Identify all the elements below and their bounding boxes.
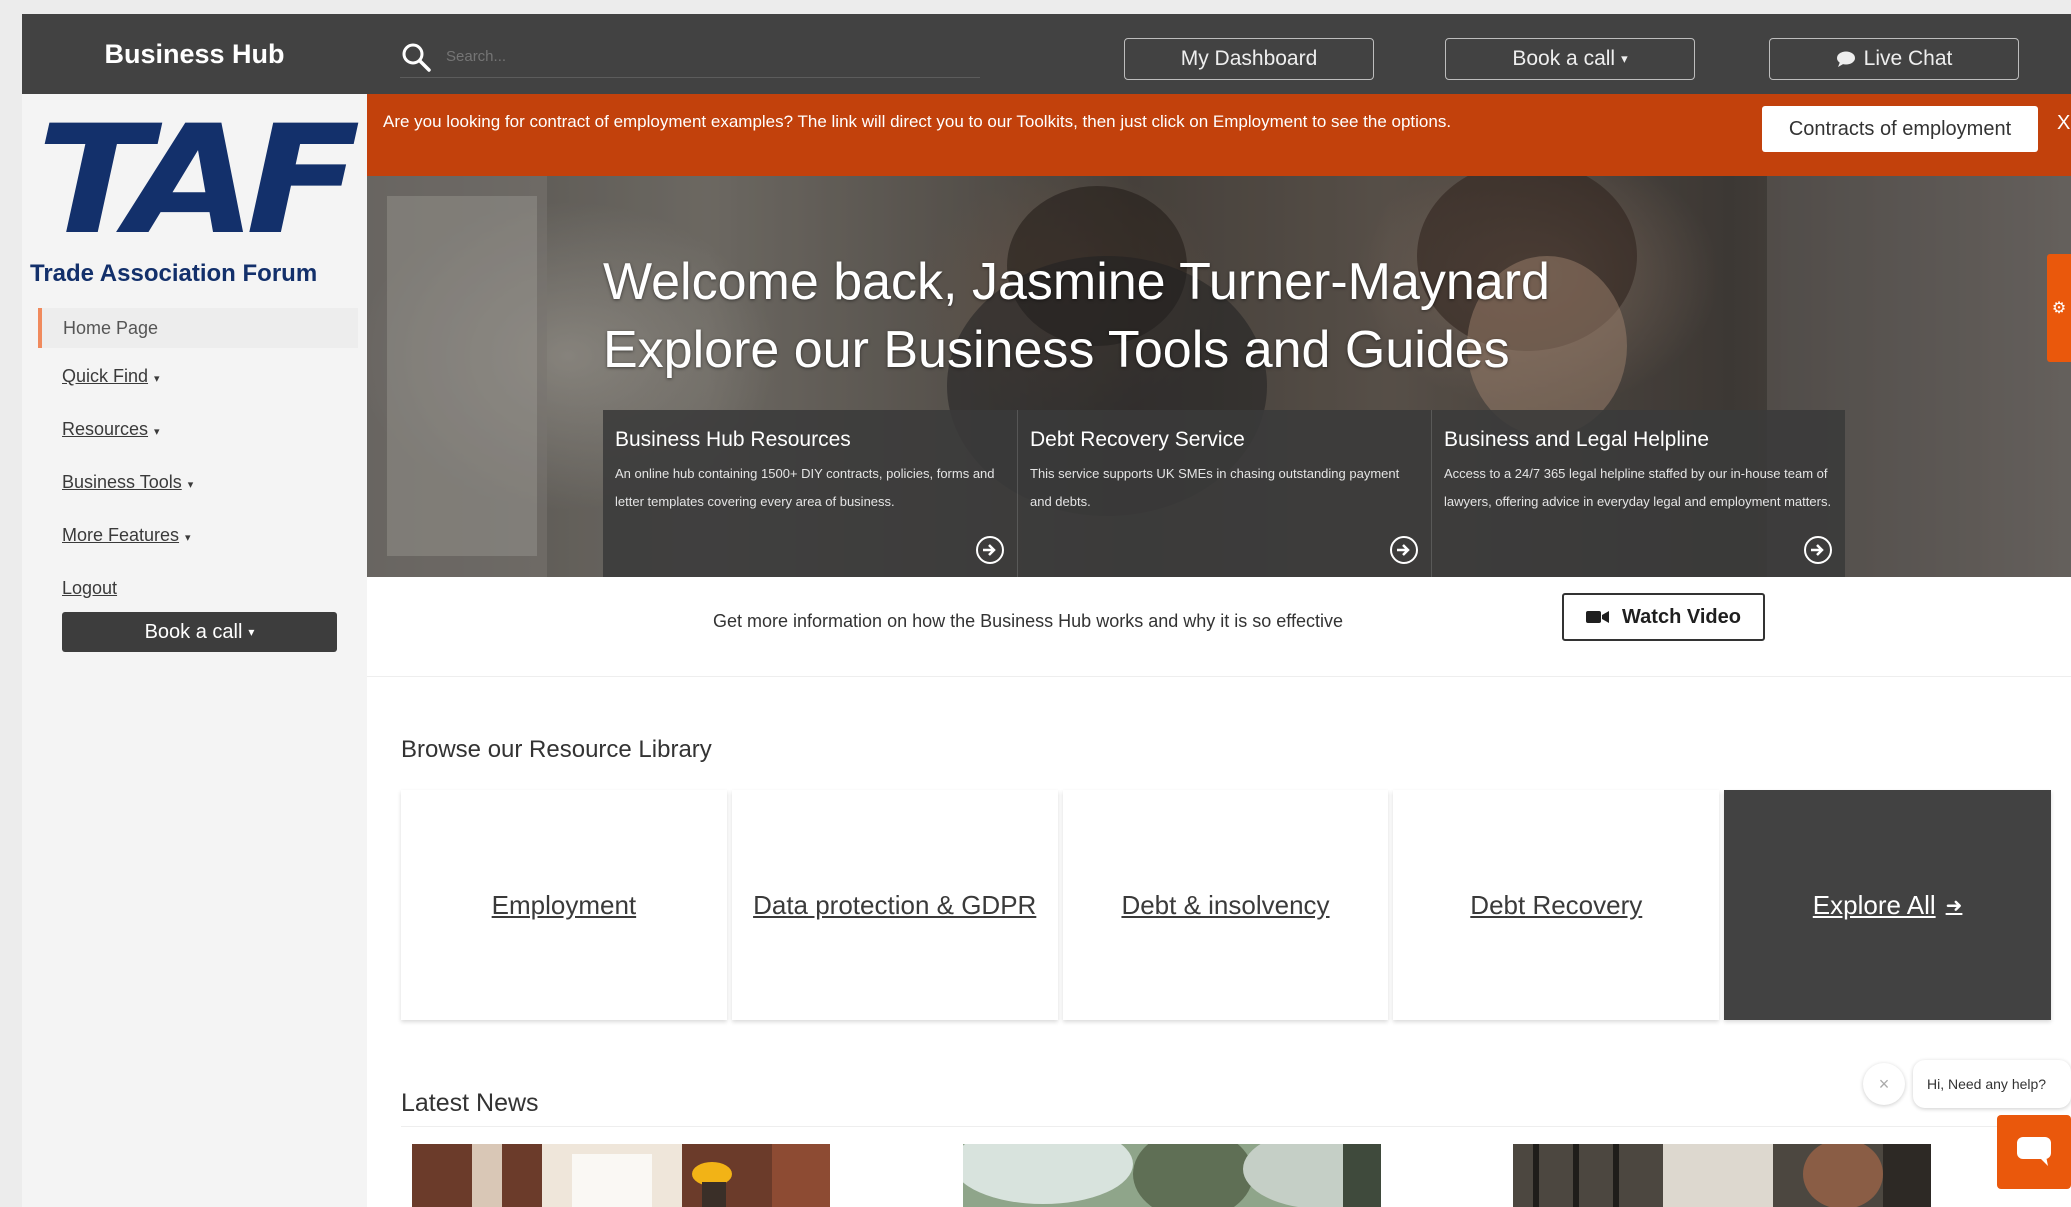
card-description: Access to a 24/7 365 legal helpline staf… xyxy=(1444,466,1832,509)
explore-all-label: Explore All xyxy=(1812,889,1936,920)
sidebar-item-label: Quick Find xyxy=(62,366,149,386)
settings-side-tab[interactable]: ⚙ xyxy=(2047,254,2071,362)
tile-employment[interactable]: Employment xyxy=(401,790,727,1020)
chat-greeting-bubble[interactable]: Hi, Need any help? xyxy=(1913,1060,2071,1108)
watch-video-button[interactable]: Watch Video xyxy=(1562,593,1765,641)
contracts-of-employment-button[interactable]: Contracts of employment xyxy=(1762,106,2038,152)
arrow-right-circle-icon[interactable] xyxy=(975,535,1005,565)
latest-news-title: Latest News xyxy=(401,1089,539,1117)
arrow-right-icon: ➜ xyxy=(1945,894,1963,917)
search-icon[interactable] xyxy=(400,41,432,73)
notice-close-button[interactable]: X xyxy=(2057,112,2070,135)
hero-banner: Welcome back, Jasmine Turner-Maynard Exp… xyxy=(367,176,2071,577)
caret-down-icon: ▾ xyxy=(1621,51,1628,66)
gear-icon: ⚙ xyxy=(2051,300,2067,317)
contracts-of-employment-label: Contracts of employment xyxy=(1788,117,2012,140)
video-camera-icon xyxy=(1586,611,1610,623)
tile-data-protection-gdpr[interactable]: Data protection & GDPR xyxy=(731,790,1058,1020)
chat-bubble-icon xyxy=(1836,51,1855,67)
sidebar-item-quick-find[interactable]: Quick Find ▾ xyxy=(38,356,358,409)
card-title: Business and Legal Helpline xyxy=(1444,428,1710,451)
arrow-right-circle-icon[interactable] xyxy=(1803,535,1833,565)
watch-video-label: Watch Video xyxy=(1622,605,1741,628)
logo-mark: TAF xyxy=(36,94,361,268)
card-title: Debt Recovery Service xyxy=(1030,428,1245,451)
news-image-outdoor xyxy=(963,1144,1381,1207)
card-business-hub-resources[interactable]: Business Hub Resources An online hub con… xyxy=(603,410,1017,577)
news-thumbnail[interactable] xyxy=(412,1144,830,1207)
brand-title[interactable]: Business Hub xyxy=(22,14,367,94)
caret-down-icon: ▾ xyxy=(248,625,255,639)
sidebar-item-label: Home Page xyxy=(63,318,159,338)
sidebar-item-label: More Features xyxy=(62,525,180,545)
sidebar-item-label: Logout xyxy=(62,578,118,598)
search-bar[interactable] xyxy=(400,36,980,78)
resource-library-title: Browse our Resource Library xyxy=(401,736,712,763)
sidebar-item-more-features[interactable]: More Features ▾ xyxy=(38,515,358,568)
sidebar-item-home[interactable]: Home Page xyxy=(38,308,358,348)
tile-debt-recovery[interactable]: Debt Recovery xyxy=(1393,790,1720,1020)
video-info-text: Get more information on how the Business… xyxy=(713,611,1343,631)
chat-icon xyxy=(2017,1137,2051,1166)
book-call-dropdown-button[interactable]: Book a call ▾ xyxy=(1445,38,1695,80)
hero-subtitle-text: Explore our Business Tools and Guides xyxy=(603,321,1510,379)
caret-down-icon: ▾ xyxy=(185,532,191,544)
card-business-legal-helpline[interactable]: Business and Legal Helpline Access to a … xyxy=(1431,410,1845,577)
tile-explore-all[interactable]: Explore All ➜ xyxy=(1724,790,2051,1020)
top-bar: Business Hub My Dashboard Book a call ▾ … xyxy=(22,14,2071,94)
live-chat-label: Live Chat xyxy=(1863,47,1953,70)
chat-launcher-button[interactable] xyxy=(1997,1115,2071,1189)
news-image-office xyxy=(1513,1144,1931,1207)
news-divider xyxy=(401,1126,2051,1127)
caret-down-icon: ▾ xyxy=(154,373,160,385)
sidebar-nav: Home Page Quick Find ▾ Resources ▾ Busines… xyxy=(38,308,358,621)
card-description: An online hub containing 1500+ DIY contr… xyxy=(615,466,995,509)
arrow-right-circle-icon[interactable] xyxy=(1389,535,1419,565)
sidebar-item-resources[interactable]: Resources ▾ xyxy=(38,409,358,462)
sidebar-item-label: Business Tools xyxy=(62,472,182,492)
notice-text: Are you looking for contract of employme… xyxy=(383,112,1452,131)
app-window: Business Hub My Dashboard Book a call ▾ … xyxy=(22,14,2071,1207)
chat-close-button[interactable]: × xyxy=(1863,1063,1905,1105)
search-input[interactable] xyxy=(446,48,946,65)
sidebar-item-business-tools[interactable]: Business Tools ▾ xyxy=(38,462,358,515)
chat-greeting-text: Hi, Need any help? xyxy=(1927,1076,2047,1092)
caret-down-icon: ▾ xyxy=(187,479,194,491)
sidebar-book-call-button[interactable]: Book a call ▾ xyxy=(62,612,337,652)
card-debt-recovery-service[interactable]: Debt Recovery Service This service suppo… xyxy=(1017,410,1431,577)
hero-cards: Business Hub Resources An online hub con… xyxy=(603,410,1847,577)
resource-library-tiles: Employment Data protection & GDPR Debt &… xyxy=(401,790,2051,1020)
news-thumbnail[interactable] xyxy=(1513,1144,1931,1207)
taf-logo[interactable]: TAF Trade Association Forum xyxy=(30,106,361,288)
book-call-label: Book a call xyxy=(1512,47,1616,70)
sidebar-item-label: Resources xyxy=(62,419,149,439)
my-dashboard-button[interactable]: My Dashboard xyxy=(1124,38,1374,80)
live-chat-button[interactable]: Live Chat xyxy=(1769,38,2019,80)
news-image-construction xyxy=(412,1144,830,1207)
hero-welcome-text: Welcome back, Jasmine Turner-Maynard xyxy=(603,253,1550,311)
video-info-row: Get more information on how the Business… xyxy=(367,577,2071,677)
notice-banner: Are you looking for contract of employme… xyxy=(367,94,2071,176)
my-dashboard-label: My Dashboard xyxy=(1180,47,1318,70)
tile-debt-insolvency[interactable]: Debt & insolvency xyxy=(1062,790,1389,1020)
news-thumbnail[interactable] xyxy=(963,1144,1381,1207)
sidebar-book-call-label: Book a call xyxy=(144,620,243,643)
sidebar: TAF Trade Association Forum Home Page Qu… xyxy=(22,94,367,1207)
card-description: This service supports UK SMEs in chasing… xyxy=(1030,466,1400,509)
hero-title: Welcome back, Jasmine Turner-Maynard Exp… xyxy=(603,248,1550,384)
caret-down-icon: ▾ xyxy=(154,426,160,438)
card-title: Business Hub Resources xyxy=(615,428,851,451)
